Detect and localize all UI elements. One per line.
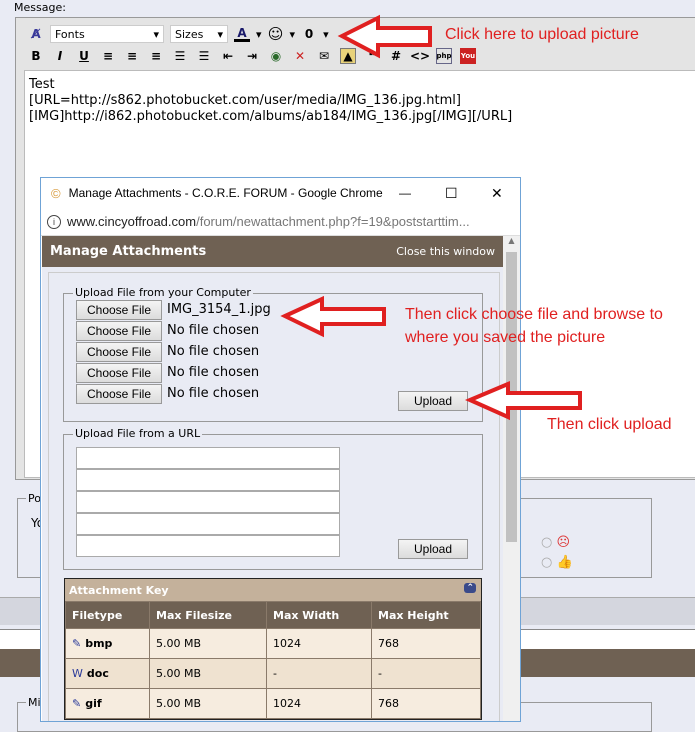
annotation-choose-file-2: where you saved the picture [405,329,606,346]
annotation-upload-picture: Click here to upload picture [445,26,639,43]
red-arrow-3 [464,380,582,421]
annotation-arrows [280,14,582,421]
annotation-click-upload: Then click upload [547,416,672,433]
red-arrow-2 [280,295,386,338]
red-arrow-1 [337,14,432,59]
annotation-choose-file-1: Then click choose file and browse to [405,306,663,323]
